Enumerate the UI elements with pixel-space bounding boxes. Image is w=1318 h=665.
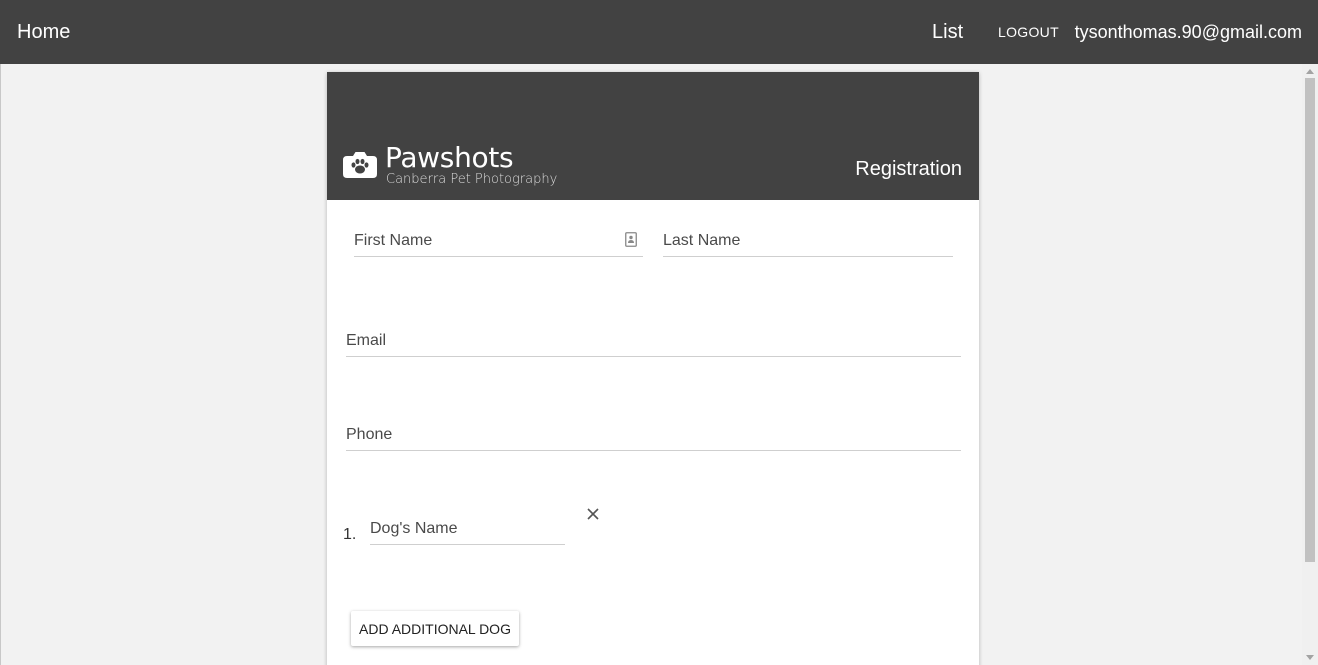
dog-name-field [370,515,565,545]
scroll-up-arrow-icon[interactable] [1306,69,1314,74]
phone-field [346,421,961,451]
scroll-down-arrow-icon[interactable] [1306,655,1314,660]
last-name-input[interactable] [663,227,953,255]
user-email: tysonthomas.90@gmail.com [1074,22,1302,42]
brand-name: Pawshots [385,141,514,174]
first-name-input[interactable] [354,227,643,255]
main-content: Pawshots Canberra Pet Photography Regist… [0,64,1302,665]
card-header: Pawshots Canberra Pet Photography Regist… [327,72,979,200]
email-field [346,327,961,357]
brand-tagline: Canberra Pet Photography [386,172,558,187]
top-nav-bar: Home List LOGOUT tysonthomas.90@gmail.co… [0,0,1318,64]
dog-list-index: 1. [343,526,357,543]
close-icon[interactable] [585,506,601,522]
first-name-field [354,227,643,257]
nav-home-link[interactable]: Home [17,20,70,44]
last-name-field [663,227,953,257]
camera-paw-icon [343,152,377,178]
logout-button[interactable]: LOGOUT [998,24,1059,40]
page-title: Registration [855,158,962,180]
contact-card-icon[interactable] [625,232,637,247]
nav-list-link[interactable]: List [932,20,963,44]
registration-card: Pawshots Canberra Pet Photography Regist… [327,72,979,665]
vertical-scrollbar[interactable] [1302,64,1318,665]
email-input[interactable] [346,327,961,355]
dog-name-input[interactable] [370,515,565,543]
add-dog-button[interactable]: ADD ADDITIONAL DOG [351,611,519,646]
scrollbar-thumb[interactable] [1305,78,1315,562]
phone-input[interactable] [346,421,961,449]
